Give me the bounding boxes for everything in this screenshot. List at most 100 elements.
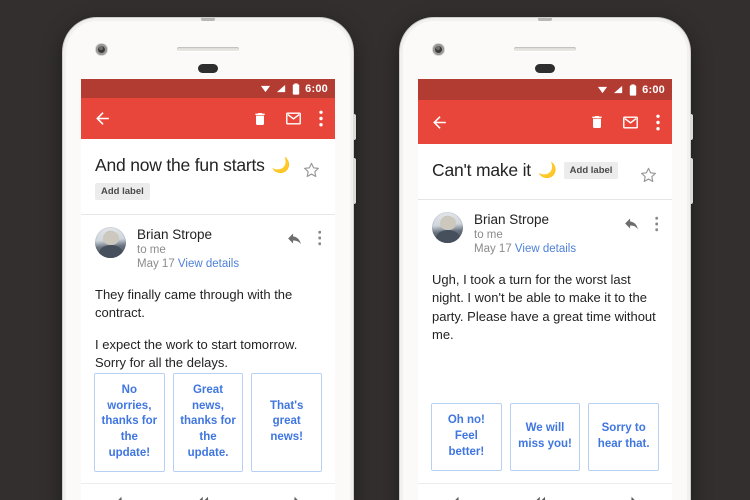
view-details-link[interactable]: View details: [178, 258, 239, 270]
forward-icon: [621, 493, 639, 500]
app-bar: [418, 100, 672, 144]
chips-spacer: [418, 471, 672, 483]
add-label-chip[interactable]: Add label: [95, 182, 150, 200]
smart-reply-chip[interactable]: No worries, thanks for the update!: [94, 372, 165, 472]
star-outline-icon[interactable]: [633, 160, 658, 185]
smart-reply-chip[interactable]: That's great news!: [251, 372, 323, 472]
sender-date-row: May 17 View details: [474, 243, 623, 255]
page-title: And now the fun starts: [95, 154, 265, 175]
message-body: Ugh, I took a turn for the worst last ni…: [418, 255, 672, 345]
sender-date-row: May 17 View details: [137, 258, 286, 270]
forward-button[interactable]: Forward: [587, 493, 672, 500]
delete-icon[interactable]: [589, 114, 605, 130]
sender-row: Brian Strope to me May 17 View details: [418, 200, 672, 255]
reply-button[interactable]: Reply: [418, 493, 503, 500]
earpiece-speaker: [514, 47, 576, 51]
subject-row: And now the fun starts 🌙 Add label: [81, 139, 335, 200]
bottom-action-bar: Reply Reply all Forward: [418, 484, 672, 500]
smart-reply-chip[interactable]: We will miss you!: [509, 403, 581, 471]
sender-date: May 17: [474, 243, 512, 255]
power-button[interactable]: [690, 114, 693, 140]
wifi-icon: [260, 83, 271, 94]
subject-row: Can't make it 🌙 Add label: [418, 144, 672, 185]
sender-name: Brian Strope: [474, 212, 550, 227]
sender-details: Brian Strope to me May 17 View details: [126, 227, 286, 270]
power-button[interactable]: [353, 114, 356, 140]
subject-line: Can't make it 🌙 Add label: [432, 160, 633, 181]
smart-reply-chip[interactable]: Great news, thanks for the update.: [172, 372, 244, 472]
phone-right-screen: 6:00 Can't make it 🌙 Add label Brian Str…: [418, 79, 672, 500]
smart-reply-chips: No worries, thanks for the update! Great…: [81, 372, 335, 472]
reply-icon[interactable]: [623, 215, 640, 232]
back-arrow-icon[interactable]: [93, 109, 112, 128]
add-label-chip[interactable]: Add label: [563, 162, 619, 179]
reply-button[interactable]: Reply: [81, 493, 166, 500]
message-paragraph: They finally came through with the contr…: [95, 286, 293, 321]
message-paragraph: I expect the work to start tomorrow. Sor…: [95, 336, 298, 371]
earpiece-speaker: [177, 47, 239, 51]
signal-icon: [276, 83, 287, 94]
status-bar-icons: [597, 83, 637, 96]
signal-icon: [613, 84, 624, 95]
message-body: They finally came through with the contr…: [81, 270, 335, 373]
mark-unread-icon[interactable]: [622, 114, 639, 131]
status-bar: 6:00: [81, 79, 335, 99]
phone-body: 6:00: [66, 21, 350, 500]
reply-icon[interactable]: [286, 230, 303, 247]
view-details-link[interactable]: View details: [515, 243, 576, 255]
phone-left: 6:00 And now the fun starts 🌙 Add label …: [63, 18, 356, 500]
overflow-menu-icon[interactable]: [656, 114, 660, 131]
battery-icon: [629, 83, 637, 96]
app-bar: [81, 98, 335, 139]
mark-unread-icon[interactable]: [285, 110, 302, 127]
proximity-sensor: [535, 64, 555, 73]
overflow-menu-icon[interactable]: [317, 230, 322, 246]
sender-date: May 17: [137, 257, 175, 270]
star-outline-icon[interactable]: [296, 155, 321, 180]
sender-name: Brian Strope: [137, 226, 213, 242]
crescent-moon-icon: 🌙: [537, 162, 557, 179]
status-bar-clock: 6:00: [305, 82, 328, 95]
delete-icon[interactable]: [252, 111, 268, 127]
reply-all-icon: [197, 493, 219, 500]
smart-reply-chip[interactable]: Sorry to hear that.: [588, 403, 660, 471]
status-bar-icons: [260, 83, 300, 95]
reply-all-button[interactable]: Reply all: [503, 493, 588, 500]
back-arrow-icon[interactable]: [430, 113, 449, 132]
reply-all-button[interactable]: Reply all: [166, 493, 251, 500]
wifi-icon: [597, 84, 608, 95]
sender-row: Brian Strope to me May 17 View details: [81, 215, 335, 270]
sender-details: Brian Strope to me May 17 View details: [463, 212, 623, 255]
sender-recipient: to me: [137, 243, 166, 256]
status-bar-clock: 6:00: [642, 83, 665, 96]
phone-right: 6:00 Can't make it 🌙 Add label Brian Str…: [400, 18, 693, 500]
message-paragraph: Ugh, I took a turn for the worst last ni…: [432, 272, 656, 343]
reply-icon: [451, 493, 469, 500]
battery-icon: [292, 83, 300, 95]
forward-button[interactable]: Forward: [250, 493, 335, 500]
page-title: Can't make it: [432, 160, 531, 180]
status-bar: 6:00: [418, 79, 672, 100]
subject-column: Can't make it 🌙 Add label: [432, 160, 633, 181]
smart-reply-chips: Oh no! Feel better! We will miss you! So…: [418, 403, 672, 471]
volume-button[interactable]: [690, 158, 693, 204]
overflow-menu-icon[interactable]: [319, 110, 323, 127]
smart-reply-chip[interactable]: Oh no! Feel better!: [431, 403, 502, 471]
phone-body: 6:00: [403, 21, 687, 500]
message-actions: [623, 212, 659, 232]
reply-all-icon: [534, 493, 556, 500]
subject-line: And now the fun starts 🌙: [95, 155, 296, 176]
overflow-menu-icon[interactable]: [654, 216, 659, 232]
front-camera-icon: [433, 44, 444, 55]
phone-left-screen: 6:00 And now the fun starts 🌙 Add label …: [81, 79, 335, 500]
volume-button[interactable]: [353, 158, 356, 204]
crescent-moon-icon: 🌙: [271, 156, 291, 174]
reply-icon: [114, 493, 132, 500]
chips-spacer: [81, 472, 335, 483]
message-actions: [286, 227, 322, 247]
avatar: [432, 212, 463, 243]
subject-column: And now the fun starts 🌙 Add label: [95, 155, 296, 200]
app-bar-actions: [252, 110, 323, 127]
bottom-action-bar: Reply Reply all Forward: [81, 484, 335, 500]
